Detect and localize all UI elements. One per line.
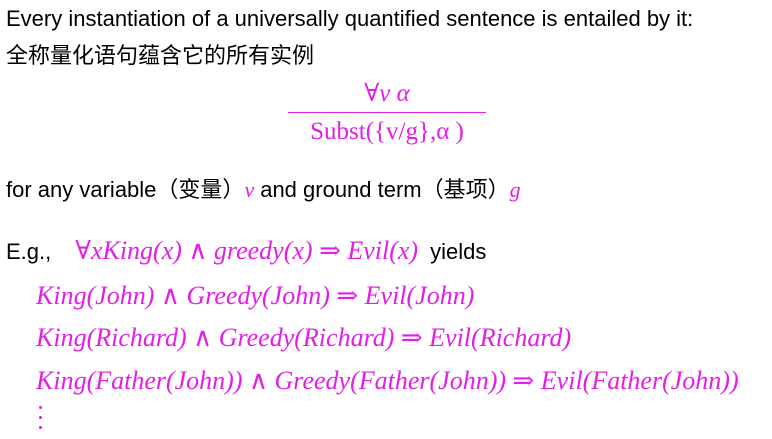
- example-label: E.g.,: [6, 239, 52, 264]
- condition-middle: and ground term: [260, 177, 422, 202]
- example-sentence: ∀xKing(x) ∧ greedy(x) ⇒ Evil(x): [75, 236, 419, 265]
- example-suffix: yields: [430, 239, 487, 264]
- condition-term-cn: （基项）: [421, 178, 510, 203]
- intro-english: Every instantiation of a universally qua…: [6, 6, 694, 31]
- condition-prefix: for any variable: [6, 177, 157, 202]
- continuation-dots: [36, 400, 46, 434]
- condition-term-symbol: g: [509, 177, 521, 202]
- condition-var-symbol: v: [244, 177, 255, 202]
- condition-line: for any variable（变量）v and ground term（基项）…: [6, 172, 521, 204]
- rule-bar: [288, 112, 486, 113]
- intro-chinese: 全称量化语句蕴含它的所有实例: [6, 44, 315, 69]
- example-line: E.g., ∀xKing(x) ∧ greedy(x) ⇒ Evil(x) yiel…: [6, 236, 486, 266]
- instance-1: King(John) ∧ Greedy(John) ⇒ Evil(John): [36, 281, 475, 310]
- instance-2: King(Richard) ∧ Greedy(Richard) ⇒ Evil(R…: [36, 323, 572, 352]
- rule-conclusion: Subst({v/g},α ): [310, 118, 464, 145]
- condition-var-cn: （变量）: [156, 178, 245, 203]
- inference-rule: ∀v α Subst({v/g},α ): [288, 78, 486, 147]
- rule-premise: ∀v α: [364, 80, 410, 107]
- instance-3: King(Father(John)) ∧ Greedy(Father(John)…: [36, 366, 739, 395]
